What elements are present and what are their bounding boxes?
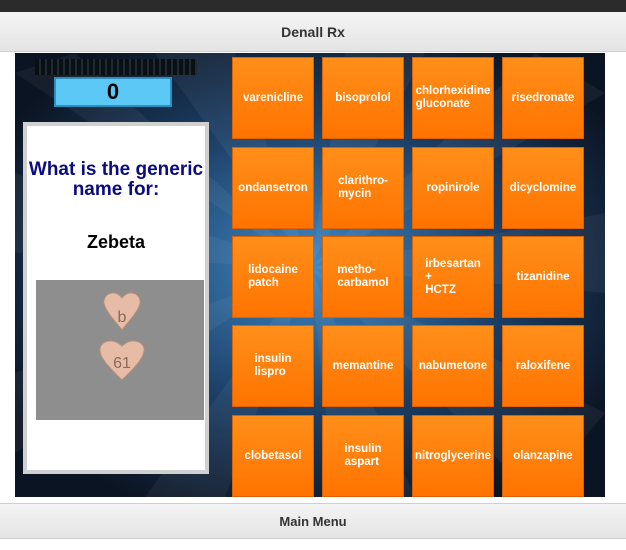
app-title: Denall Rx <box>281 23 345 40</box>
brand-name: Zebeta <box>86 232 146 252</box>
answer-tile-label: metho- carbamol <box>337 264 389 289</box>
answer-tile[interactable]: irbesartan + HCTZ <box>412 236 494 318</box>
answer-tile[interactable]: risedronate <box>502 57 584 139</box>
answer-tile-label: ropinirole <box>426 181 480 194</box>
answer-tile[interactable]: bisoprolol <box>322 57 404 139</box>
answer-tile-label: ondansetron <box>238 181 308 194</box>
answer-tile[interactable]: ropinirole <box>412 147 494 229</box>
answer-tile[interactable]: tizanidine <box>502 236 584 318</box>
answer-tile-label: memantine <box>332 359 394 372</box>
app-header: Denall Rx <box>0 12 626 52</box>
answer-tile-label: bisoprolol <box>335 91 391 104</box>
score-display: 0 <box>54 77 172 107</box>
answer-tile-label: clobetasol <box>244 449 302 462</box>
answer-tile-label: dicyclomine <box>509 181 577 194</box>
answer-tile-label: chlorhexidine gluconate <box>415 85 491 110</box>
answer-tile[interactable]: varenicline <box>232 57 314 139</box>
game-board: 0 What is the generic name for: Zebeta b… <box>15 53 605 497</box>
pill-image: b 61 <box>36 280 204 420</box>
pill-imprint-top: b <box>118 309 127 326</box>
answer-tile-label: raloxifene <box>515 359 571 372</box>
answer-tile[interactable]: olanzapine <box>502 415 584 497</box>
top-strip <box>0 0 626 12</box>
answer-tile[interactable]: insulin aspart <box>322 415 404 497</box>
answer-tile-label: insulin lispro <box>254 353 292 378</box>
answer-tile[interactable]: clarithro- mycin <box>322 147 404 229</box>
answer-tile-label: lidocaine patch <box>248 264 298 289</box>
main-menu-label: Main Menu <box>279 513 347 529</box>
answer-tile[interactable]: insulin lispro <box>232 325 314 407</box>
timer-meter <box>35 59 197 75</box>
answer-tile-label: nabumetone <box>418 359 488 372</box>
pill-imprint-bottom: 61 <box>113 355 131 372</box>
answer-tile-label: olanzapine <box>513 449 573 462</box>
answer-tile[interactable]: raloxifene <box>502 325 584 407</box>
answer-tile[interactable]: nitroglycerine <box>412 415 494 497</box>
answer-tile[interactable]: clobetasol <box>232 415 314 497</box>
answer-tile-label: nitroglycerine <box>414 449 492 462</box>
answer-tile[interactable]: metho- carbamol <box>322 236 404 318</box>
answer-tile-label: tizanidine <box>516 270 570 283</box>
answer-tile-label: clarithro- mycin <box>338 175 388 200</box>
answer-tile-label: irbesartan + HCTZ <box>425 257 481 296</box>
answer-tile[interactable]: chlorhexidine gluconate <box>412 57 494 139</box>
main-menu-button[interactable]: Main Menu <box>0 503 626 539</box>
answer-tile[interactable]: memantine <box>322 325 404 407</box>
question-text: What is the generic name for: <box>28 159 204 200</box>
answer-tile[interactable]: lidocaine patch <box>232 236 314 318</box>
question-card: What is the generic name for: Zebeta b 6… <box>23 122 209 474</box>
answer-tile-label: varenicline <box>242 91 304 104</box>
answer-tile[interactable]: ondansetron <box>232 147 314 229</box>
answer-tile[interactable]: nabumetone <box>412 325 494 407</box>
answer-tile-label: insulin aspart <box>344 443 382 468</box>
answer-tile-label: risedronate <box>511 91 575 104</box>
answer-tile[interactable]: dicyclomine <box>502 147 584 229</box>
